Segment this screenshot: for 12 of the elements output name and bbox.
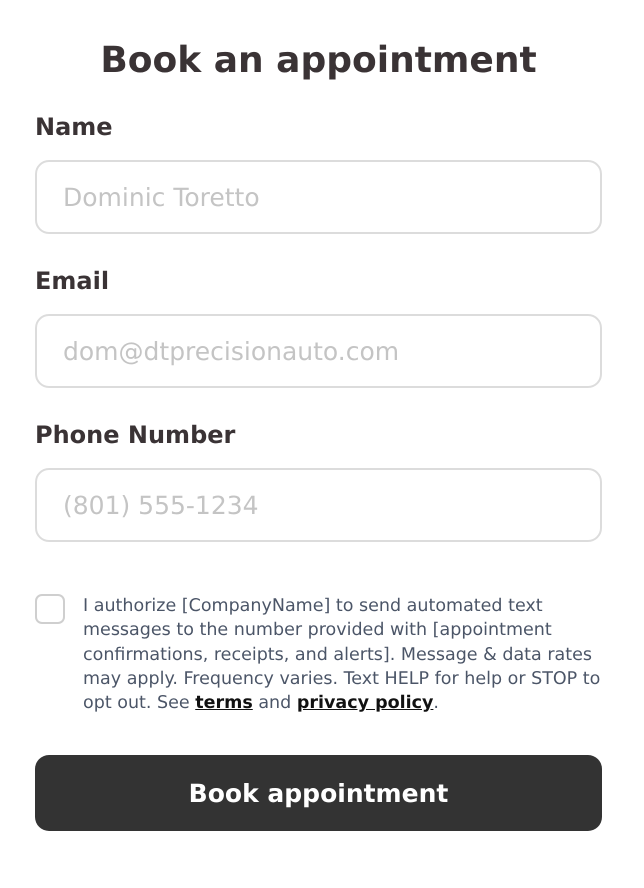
- terms-link[interactable]: terms: [195, 693, 253, 714]
- book-appointment-button[interactable]: Book appointment: [35, 755, 602, 832]
- form-title: Book an appointment: [99, 39, 538, 83]
- privacy-policy-link[interactable]: privacy policy: [296, 693, 434, 714]
- field-label: Name: [35, 112, 114, 142]
- consent-checkbox[interactable]: [35, 594, 65, 624]
- input-field[interactable]: Dominic Toretto: [35, 160, 602, 234]
- input-field[interactable]: dom@dtprecisionauto.com: [35, 314, 602, 388]
- field-label: Email: [35, 266, 110, 296]
- field-label: Phone Number: [35, 420, 236, 450]
- consent-text: I authorize [CompanyName] to send automated text messages to the number provided with [appointment confirmations, receipts, and alerts]. Message & data rates may apply. Frequency varies. Text HELP for help or STOP to opt out. See terms and privacy policy.: [83, 595, 602, 716]
- input-field[interactable]: (801) 555-1234: [35, 468, 602, 542]
